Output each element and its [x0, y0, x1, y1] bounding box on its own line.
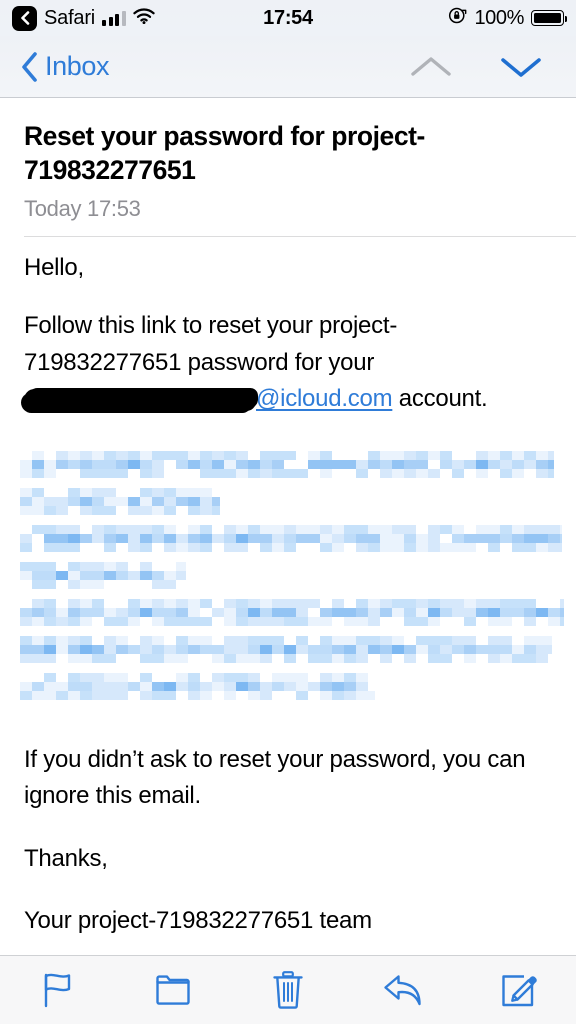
rotation-lock-icon	[448, 6, 467, 30]
message-body: Hello, Follow this link to reset your pr…	[0, 250, 576, 444]
compose-button[interactable]	[461, 956, 576, 1024]
signature-paragraph: Your project-719832277651 team	[24, 907, 372, 935]
back-button-label: Inbox	[45, 51, 110, 81]
disclaimer-paragraph: If you didn’t ask to reset your password…	[24, 746, 526, 810]
status-bar-right: 100%	[448, 6, 568, 30]
back-to-safari-label: Safari	[44, 6, 96, 29]
redaction-bar	[24, 389, 256, 412]
redacted-link-block[interactable]	[20, 451, 564, 710]
back-to-inbox-button[interactable]: Inbox	[20, 51, 109, 83]
delete-button[interactable]	[230, 956, 345, 1024]
redacted-email-line: @icloud.com account.	[24, 381, 552, 417]
redacted-line	[20, 673, 375, 700]
navigation-bar: Inbox	[0, 36, 576, 98]
compose-icon	[502, 975, 538, 1007]
trash-icon	[273, 971, 303, 1009]
status-bar-left: Safari	[12, 5, 155, 31]
reply-button[interactable]	[346, 956, 461, 1024]
status-bar: Safari 17:54 100%	[0, 0, 576, 36]
battery-percent-label: 100%	[474, 6, 524, 29]
chevron-left-icon	[22, 51, 37, 82]
folder-icon	[156, 975, 190, 1005]
message-navigation-controls	[408, 47, 556, 87]
thanks-paragraph: Thanks,	[24, 844, 108, 872]
email-domain-link[interactable]: @icloud.com	[256, 385, 393, 412]
instruction-paragraph: Follow this link to reset your project-7…	[24, 308, 552, 417]
redacted-line	[20, 488, 220, 515]
greeting-paragraph: Hello,	[24, 254, 84, 281]
message-timestamp: Today 17:53	[24, 196, 141, 222]
redacted-line	[20, 451, 554, 478]
move-to-folder-button[interactable]	[115, 956, 230, 1024]
chevron-left-icon	[20, 11, 29, 25]
flag-icon	[44, 973, 70, 1008]
redacted-line	[20, 636, 552, 663]
wifi-icon	[132, 7, 155, 29]
cellular-signal-icon	[102, 10, 126, 26]
next-message-button[interactable]	[498, 47, 544, 87]
reply-arrow-icon	[384, 975, 421, 1006]
battery-full-icon	[531, 10, 568, 26]
redacted-line	[20, 562, 186, 589]
back-to-safari-button[interactable]	[12, 5, 37, 31]
redacted-line	[20, 599, 564, 626]
flag-button[interactable]	[0, 956, 115, 1024]
message-toolbar	[0, 955, 576, 1024]
message-header: Reset your password for project-71983227…	[0, 98, 576, 222]
message-subject: Reset your password for project-71983227…	[24, 121, 425, 185]
instruction-suffix-text: account.	[392, 385, 488, 413]
previous-message-button[interactable]	[408, 47, 454, 87]
header-divider	[24, 236, 576, 237]
chevron-down-icon	[501, 57, 541, 77]
instruction-prefix-text: Follow this link to reset your project-7…	[24, 312, 398, 376]
chevron-up-icon	[411, 56, 451, 76]
message-body-footer: If you didn’t ask to reset your password…	[0, 742, 576, 966]
redacted-line	[20, 525, 562, 552]
